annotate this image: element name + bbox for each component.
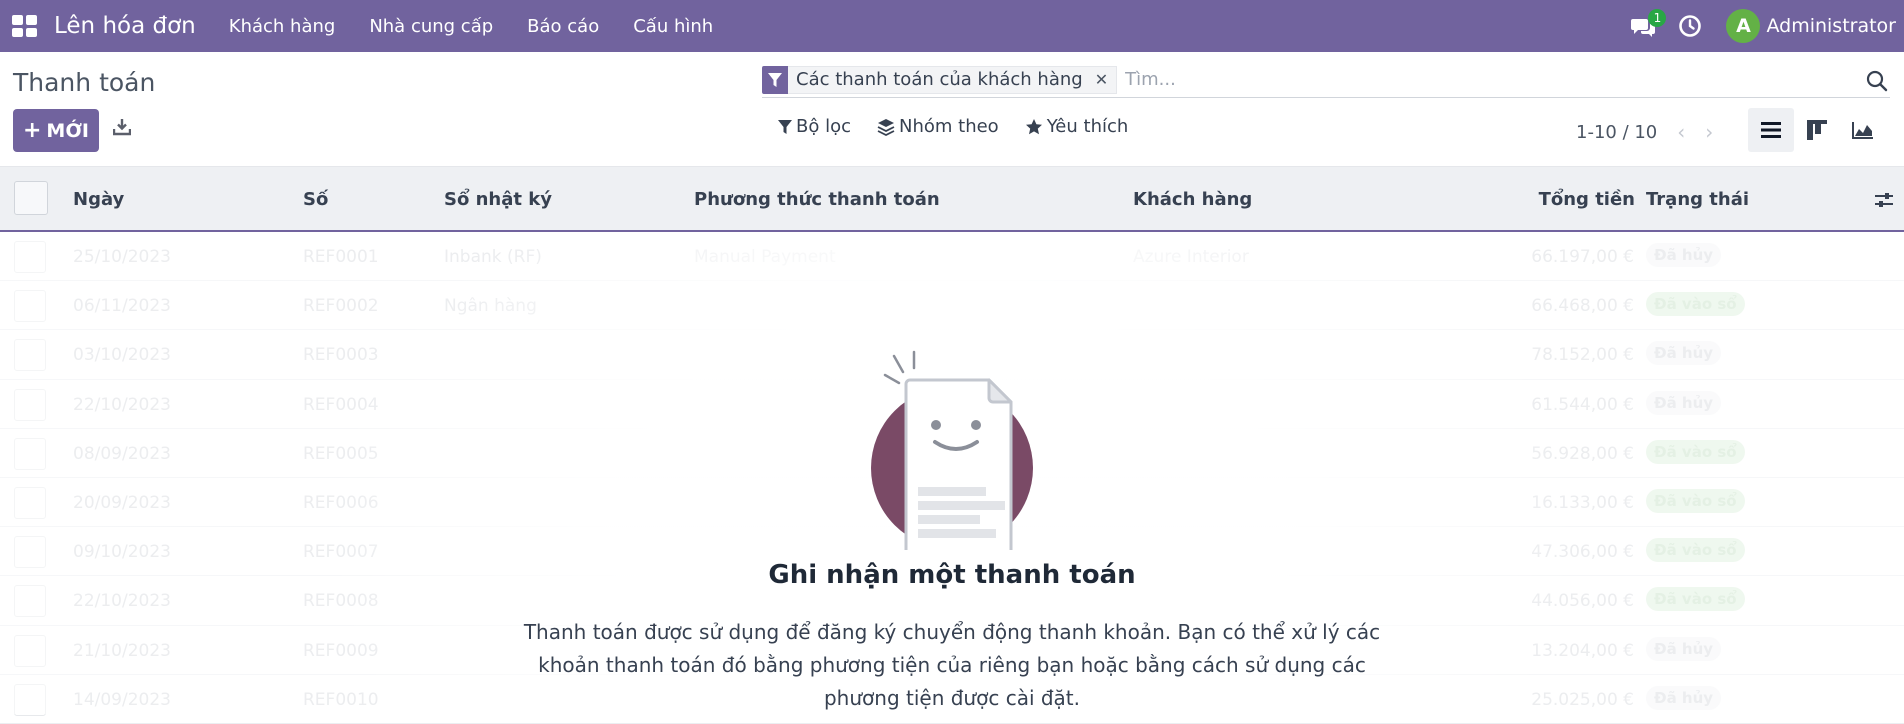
- kanban-icon: [1807, 120, 1827, 140]
- search-panel-toggles: Bộ lọc Nhóm theo Yêu thích: [778, 116, 1154, 137]
- filter-icon: [778, 119, 792, 134]
- menu-customers[interactable]: Khách hàng: [212, 16, 353, 37]
- menu-reporting[interactable]: Báo cáo: [510, 16, 616, 37]
- chevron-left-icon[interactable]: ‹: [1677, 120, 1685, 144]
- list-header: Ngày Số Sổ nhật ký Phương thức thanh toá…: [0, 166, 1904, 232]
- chevron-right-icon[interactable]: ›: [1705, 120, 1713, 144]
- search-input[interactable]: [1125, 69, 1890, 90]
- app-name[interactable]: Lên hóa đơn: [54, 13, 196, 39]
- list-view-button[interactable]: [1748, 108, 1794, 152]
- control-panel: Thanh toán + MỚI Các thanh toán của khác…: [0, 52, 1904, 166]
- favorites-dropdown[interactable]: Yêu thích: [1025, 116, 1129, 137]
- filter-facet-icon: [762, 65, 788, 94]
- column-status[interactable]: Trạng thái: [1646, 189, 1749, 210]
- graph-view-button[interactable]: [1840, 108, 1886, 152]
- page-title: Thanh toán: [13, 68, 156, 97]
- column-amount[interactable]: Tổng tiền: [1539, 189, 1635, 210]
- column-payment-method[interactable]: Phương thức thanh toán: [694, 189, 940, 210]
- sliders-icon[interactable]: [1874, 191, 1894, 209]
- avatar[interactable]: A: [1726, 9, 1761, 43]
- menu-vendors[interactable]: Nhà cung cấp: [352, 16, 510, 37]
- chat-button[interactable]: 1: [1626, 9, 1667, 41]
- column-number[interactable]: Số: [303, 189, 328, 210]
- clock-icon[interactable]: [1678, 14, 1702, 38]
- search-icon[interactable]: [1866, 70, 1888, 92]
- chat-badge: 1: [1648, 9, 1667, 27]
- group-by-label: Nhóm theo: [899, 116, 999, 137]
- helper-text: Thanh toán được sử dụng để đăng ký chuyể…: [523, 620, 1381, 710]
- menu-configuration[interactable]: Cấu hình: [616, 16, 730, 37]
- top-navbar: Lên hóa đơn Khách hàng Nhà cung cấp Báo …: [0, 0, 1904, 52]
- helper-title: Ghi nhận một thanh toán: [768, 560, 1136, 590]
- app-menu-icon[interactable]: [12, 15, 38, 37]
- select-all-checkbox[interactable]: [14, 181, 48, 215]
- new-button[interactable]: + MỚI: [13, 109, 99, 152]
- pager-value[interactable]: 1-10 / 10: [1576, 122, 1657, 143]
- layers-icon: [877, 118, 895, 136]
- plus-icon: +: [22, 118, 42, 143]
- search-facet[interactable]: Các thanh toán của khách hàng ✕: [788, 65, 1118, 94]
- search-bar: Các thanh toán của khách hàng ✕: [762, 62, 1890, 98]
- column-journal[interactable]: Sổ nhật ký: [444, 189, 552, 210]
- smiling-document-icon: [871, 350, 1033, 550]
- filter-dropdown[interactable]: Bộ lọc: [778, 116, 851, 137]
- user-name[interactable]: Administrator: [1766, 15, 1896, 37]
- column-date[interactable]: Ngày: [73, 189, 124, 210]
- pager: 1-10 / 10 ‹ ›: [1576, 120, 1713, 144]
- filter-label: Bộ lọc: [796, 116, 851, 137]
- download-icon[interactable]: [113, 118, 131, 136]
- list-icon: [1761, 122, 1781, 138]
- close-icon[interactable]: ✕: [1095, 70, 1108, 89]
- search-facet-label: Các thanh toán của khách hàng: [796, 69, 1083, 90]
- star-icon: [1025, 118, 1042, 134]
- new-button-label: MỚI: [46, 119, 89, 142]
- systray: 1 A Administrator: [1626, 0, 1904, 52]
- area-chart-icon: [1852, 122, 1873, 139]
- column-customer[interactable]: Khách hàng: [1133, 189, 1252, 210]
- view-switcher: [1748, 108, 1886, 152]
- kanban-view-button[interactable]: [1794, 108, 1840, 152]
- favorites-label: Yêu thích: [1046, 116, 1129, 137]
- group-by-dropdown[interactable]: Nhóm theo: [877, 116, 999, 137]
